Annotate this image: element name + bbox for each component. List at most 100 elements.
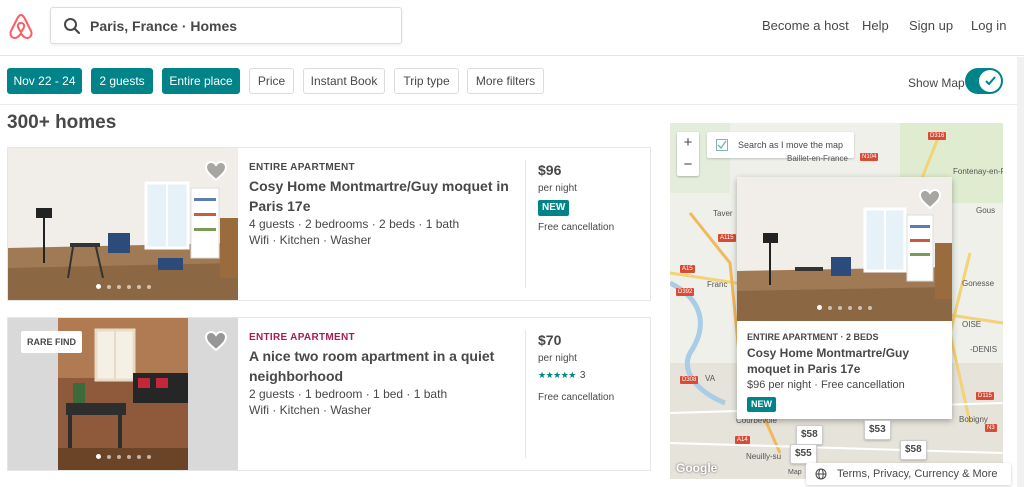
listing-photo[interactable]: RARE FIND <box>8 318 238 470</box>
listing-card[interactable]: RARE FIND ENTIRE APARTMENT A nice two ro… <box>7 317 651 471</box>
nav-become-host[interactable]: Become a host <box>762 18 849 33</box>
review-count: 3 <box>579 370 586 381</box>
top-header: Paris, France · Homes Become a host Help… <box>0 0 1024 56</box>
cancellation-policy: Free cancellation <box>538 222 615 233</box>
listing-price-box: $70 per night ★★★★★ 3 Free cancellation <box>538 318 648 470</box>
listing-card[interactable]: ENTIRE APARTMENT Cosy Home Montmartre/Gu… <box>7 147 651 301</box>
terms-footer-button[interactable]: Terms, Privacy, Currency & More <box>806 463 1011 485</box>
card-divider <box>525 330 526 458</box>
carousel-dot[interactable] <box>817 305 822 310</box>
page-scrollbar[interactable] <box>1017 57 1024 487</box>
nav-sign-up[interactable]: Sign up <box>909 18 953 33</box>
carousel-dot[interactable] <box>126 455 131 459</box>
map-road-label: D316 <box>928 132 947 140</box>
map-place-label: VA <box>705 374 716 383</box>
listing-type: ENTIRE APARTMENT <box>249 332 355 343</box>
nav-help[interactable]: Help <box>862 18 889 33</box>
popup-photo[interactable] <box>737 177 952 321</box>
zoom-in-button[interactable]: + <box>677 132 699 154</box>
carousel-dot[interactable] <box>136 285 141 289</box>
listing-photo[interactable] <box>8 148 238 300</box>
carousel-dot[interactable] <box>106 455 111 459</box>
google-logo: Google <box>676 461 718 475</box>
zoom-out-button[interactable]: − <box>677 154 699 176</box>
carousel-dot[interactable] <box>828 306 832 310</box>
map-place-label: Bobigny <box>959 415 988 424</box>
price-pin[interactable]: $53 <box>864 420 891 440</box>
carousel-dot[interactable] <box>116 285 121 289</box>
check-icon <box>985 76 996 86</box>
filter-dates[interactable]: Nov 22 - 24 <box>7 68 82 94</box>
carousel-dot[interactable] <box>95 284 101 289</box>
popup-listing-type: ENTIRE APARTMENT · 2 BEDS <box>747 332 879 342</box>
per-night-label: per night <box>538 183 577 194</box>
carousel-dot[interactable] <box>838 306 842 310</box>
listing-price: $96 <box>538 162 562 178</box>
results-count-heading: 300+ homes <box>7 112 117 133</box>
map-road-label: N104 <box>860 153 879 161</box>
map-place-label: Fontenay-en-F <box>953 167 1003 176</box>
carousel-dot[interactable] <box>106 285 111 289</box>
price-pin[interactable]: $58 <box>796 425 823 445</box>
carousel-dot[interactable] <box>126 285 131 289</box>
check-icon <box>717 140 727 150</box>
map-place-label: -DENIS <box>970 345 998 354</box>
cancellation-policy: Free cancellation <box>538 392 615 403</box>
listing-specs: 4 guests · 2 bedrooms · 2 beds · 1 bath <box>249 217 460 231</box>
popup-listing-title[interactable]: Cosy Home Montmartre/Guy moquet in Paris… <box>747 345 947 377</box>
filter-home-type[interactable]: Entire place <box>162 68 240 94</box>
map-place-label: Taver <box>713 209 733 218</box>
map-listing-popup[interactable]: ENTIRE APARTMENT · 2 BEDS Cosy Home Mont… <box>737 177 952 419</box>
photo-carousel-dots[interactable] <box>8 276 238 294</box>
filter-guests[interactable]: 2 guests <box>91 68 153 94</box>
new-badge: NEW <box>538 200 570 216</box>
heart-icon[interactable] <box>204 160 228 182</box>
filter-more[interactable]: More filters <box>467 68 544 94</box>
listing-price: $70 <box>538 332 562 348</box>
globe-icon <box>815 468 827 480</box>
carousel-dot[interactable] <box>146 455 151 459</box>
filter-trip-type[interactable]: Trip type <box>394 68 459 94</box>
map-place-label: Baillet-en-France <box>787 154 848 163</box>
carousel-dot[interactable] <box>136 455 141 459</box>
carousel-dot[interactable] <box>848 306 852 310</box>
carousel-dot[interactable] <box>868 306 872 310</box>
photo-carousel-dots[interactable] <box>8 446 238 464</box>
map-road-label: D392 <box>676 288 695 296</box>
filter-price[interactable]: Price <box>249 68 294 94</box>
map-road-label: N3 <box>985 424 997 432</box>
listing-amenities: Wifi · Kitchen · Washer <box>249 233 372 247</box>
listing-title[interactable]: A nice two room apartment in a quiet nei… <box>249 346 524 386</box>
show-map-label: Show Map <box>908 76 965 90</box>
price-pin[interactable]: $58 <box>900 440 927 460</box>
airbnb-logo-icon[interactable] <box>8 12 34 40</box>
map-road-label: A15 <box>680 265 695 273</box>
search-icon <box>64 18 81 35</box>
show-map-toggle[interactable] <box>965 68 1003 94</box>
map-panel[interactable]: + − Search as I move the map Baillet-en-… <box>670 123 1003 479</box>
listing-info[interactable]: ENTIRE APARTMENT A nice two room apartme… <box>249 318 524 470</box>
map-road-label: D115 <box>976 392 994 400</box>
carousel-dot[interactable] <box>146 285 151 289</box>
nav-log-in[interactable]: Log in <box>971 18 1006 33</box>
photo-carousel-dots[interactable] <box>737 297 952 315</box>
listing-info[interactable]: ENTIRE APARTMENT Cosy Home Montmartre/Gu… <box>249 148 524 300</box>
heart-icon[interactable] <box>204 330 228 352</box>
listing-type: ENTIRE APARTMENT <box>249 162 355 173</box>
carousel-dot[interactable] <box>116 455 121 459</box>
map-place-label: Gonesse <box>962 279 995 288</box>
heart-icon[interactable] <box>918 188 942 210</box>
carousel-dot[interactable] <box>95 454 101 459</box>
popup-listing-meta: $96 per night · Free cancellation <box>747 379 905 391</box>
filter-instant-book[interactable]: Instant Book <box>303 68 385 94</box>
filter-bar: Nov 22 - 24 2 guests Entire place Price … <box>0 57 1024 105</box>
search-as-move-checkbox[interactable] <box>716 139 728 151</box>
search-input[interactable]: Paris, France · Homes <box>90 18 237 34</box>
search-bar[interactable]: Paris, France · Homes <box>50 7 402 44</box>
map-place-label: OISE <box>962 320 982 329</box>
carousel-dot[interactable] <box>858 306 862 310</box>
price-pin[interactable]: $55 <box>790 444 817 464</box>
per-night-label: per night <box>538 353 577 364</box>
listing-title[interactable]: Cosy Home Montmartre/Guy moquet in Paris… <box>249 176 524 216</box>
map-place-label: Gous <box>976 206 996 215</box>
